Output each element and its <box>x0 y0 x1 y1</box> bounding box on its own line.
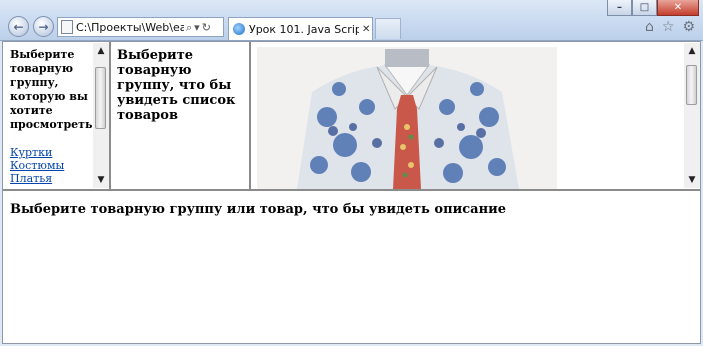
browser-chrome: – □ ✕ ← → C:\Проекты\Web\easyprog ⌕ ▾ ↻ … <box>0 0 703 41</box>
frame-image: ▲ ▼ <box>251 42 700 189</box>
tab-close-icon[interactable]: ✕ <box>362 24 370 35</box>
scroll-down-icon[interactable]: ▼ <box>684 172 700 188</box>
forward-button[interactable]: → <box>33 16 54 37</box>
link-dresses[interactable]: Платья <box>10 172 64 185</box>
categories-scrollbar[interactable]: ▲ ▼ <box>93 43 109 188</box>
products-prompt: Выберите товарную группу, что бы увидеть… <box>117 48 236 123</box>
maximize-button[interactable]: □ <box>632 0 657 16</box>
back-button[interactable]: ← <box>8 16 29 37</box>
frame-categories: Выберите товарную группу, которую вы хот… <box>3 42 111 189</box>
forward-arrow-icon: → <box>38 19 49 34</box>
categories-prompt: Выберите товарную группу, которую вы хот… <box>10 48 97 131</box>
scroll-up-icon[interactable]: ▲ <box>684 43 700 59</box>
search-icon[interactable]: ⌕ <box>186 22 192 33</box>
image-scrollbar[interactable]: ▲ ▼ <box>684 43 700 188</box>
scroll-thumb[interactable] <box>686 65 697 105</box>
page-content: Выберите товарную группу, которую вы хот… <box>2 41 701 344</box>
scroll-thumb[interactable] <box>95 67 106 129</box>
home-icon[interactable]: ⌂ <box>645 20 654 34</box>
address-url[interactable]: C:\Проекты\Web\easyprog <box>76 21 184 34</box>
tab-title: Урок 101. Java Script (JS): Ф... <box>249 22 359 36</box>
category-links: Куртки Костюмы Платья <box>10 146 64 185</box>
address-bar[interactable]: C:\Проекты\Web\easyprog ⌕ ▾ ↻ <box>57 17 224 37</box>
close-button[interactable]: ✕ <box>657 0 699 16</box>
link-jackets[interactable]: Куртки <box>10 146 64 159</box>
link-suits[interactable]: Костюмы <box>10 159 64 172</box>
window-controls: – □ ✕ <box>607 0 699 16</box>
back-arrow-icon: ← <box>13 19 24 34</box>
scroll-up-icon[interactable]: ▲ <box>93 43 109 59</box>
ie-icon <box>233 23 245 35</box>
new-tab-button[interactable] <box>375 18 401 39</box>
jacket-illustration <box>257 47 557 189</box>
scroll-down-icon[interactable]: ▼ <box>93 172 109 188</box>
dropdown-icon[interactable]: ▾ <box>194 22 200 33</box>
description-prompt: Выберите товарную группу или товар, что … <box>10 202 506 217</box>
refresh-icon[interactable]: ↻ <box>202 22 211 33</box>
star-icon[interactable]: ☆ <box>662 20 675 34</box>
jacket-photo <box>257 47 557 189</box>
minimize-button[interactable]: – <box>607 0 632 16</box>
gear-icon[interactable]: ⚙ <box>682 20 695 34</box>
tab-active[interactable]: Урок 101. Java Script (JS): Ф... ✕ <box>228 17 373 40</box>
frame-description: Выберите товарную группу или товар, что … <box>3 189 700 343</box>
frame-products: Выберите товарную группу, что бы увидеть… <box>111 42 251 189</box>
page-icon <box>61 20 73 34</box>
toolbar-icons: ⌂ ☆ ⚙ <box>645 20 695 34</box>
